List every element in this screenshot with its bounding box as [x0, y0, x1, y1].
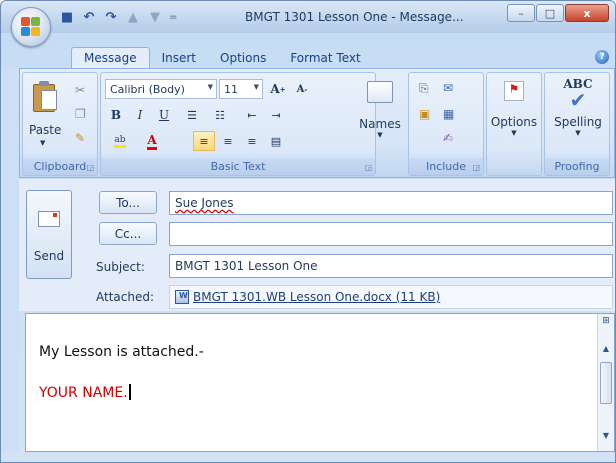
proofing-group-label: Proofing: [545, 158, 609, 175]
word-document-icon: [175, 290, 189, 304]
vertical-scrollbar[interactable]: ⊞ ▲ ▼: [597, 314, 614, 451]
font-size-select[interactable]: 11 ▼: [219, 79, 263, 99]
shrink-font-button[interactable]: A-: [291, 79, 313, 99]
clipboard-group: Paste ▼ ✂ ❐ ✎ Clipboard ◲: [22, 72, 98, 176]
send-envelope-icon: [38, 211, 60, 227]
align-center-icon[interactable]: ≡: [217, 131, 239, 151]
scroll-down-icon[interactable]: ▼: [599, 431, 613, 445]
window-bottom-edge: [1, 452, 615, 462]
cc-button[interactable]: Cc...: [99, 222, 157, 245]
attached-label: Attached:: [96, 290, 155, 304]
ruler-toggle-icon[interactable]: ⊞: [599, 316, 613, 334]
basic-text-launcher-icon[interactable]: ◲: [364, 163, 372, 172]
cut-icon[interactable]: ✂: [75, 83, 85, 97]
chevron-down-icon: ▼: [207, 83, 213, 91]
increase-indent-icon[interactable]: ⇥: [265, 105, 287, 125]
ribbon-tabs: Message Insert Options Format Text: [71, 47, 373, 69]
attachment-link[interactable]: BMGT 1301.WB Lesson One.docx (11 KB): [193, 290, 440, 304]
text-caret: [128, 384, 131, 400]
copy-icon[interactable]: ❐: [75, 107, 86, 121]
paste-button[interactable]: Paste ▼: [23, 73, 67, 157]
ribbon: Paste ▼ ✂ ❐ ✎ Clipboard ◲ Calibri (Body)…: [19, 68, 615, 178]
chevron-down-icon: ▼: [253, 83, 259, 91]
include-launcher-icon[interactable]: ◲: [472, 163, 480, 172]
attachment-field: BMGT 1301.WB Lesson One.docx (11 KB): [169, 285, 613, 309]
align-left-icon[interactable]: ≡: [193, 131, 215, 151]
office-logo-icon: [21, 17, 41, 37]
proofing-group: ABC ✔ Spelling ▼ Proofing: [544, 72, 610, 176]
close-button[interactable]: x: [565, 4, 609, 22]
office-button[interactable]: [11, 7, 51, 47]
customize-toolbar-icon[interactable]: =: [169, 12, 177, 23]
basic-text-group-label: Basic Text: [101, 158, 375, 175]
quick-access-toolbar: ■ ↶ ↷ ▲ ▼ =: [59, 7, 178, 27]
tab-insert[interactable]: Insert: [150, 48, 208, 69]
help-icon[interactable]: ?: [595, 50, 609, 64]
scroll-thumb[interactable]: [600, 362, 612, 404]
align-right-icon[interactable]: ≡: [241, 131, 263, 151]
underline-button[interactable]: U: [153, 105, 175, 125]
save-icon[interactable]: ■: [59, 9, 75, 25]
font-name-select[interactable]: Calibri (Body) ▼: [105, 79, 217, 99]
basic-text-group: Calibri (Body) ▼ 11 ▼ A + A- B I U ☰ ☷ ⇤ …: [100, 72, 376, 176]
checkmark-icon: ✔: [569, 88, 587, 112]
next-item-icon[interactable]: ▼: [147, 9, 163, 25]
tab-format-text[interactable]: Format Text: [278, 48, 372, 69]
subject-label: Subject:: [96, 260, 145, 274]
redo-icon[interactable]: ↷: [103, 9, 119, 25]
window-controls: – □ x: [507, 4, 609, 22]
numbering-icon[interactable]: ☷: [209, 105, 231, 125]
options-group: ⚑ Options ▼: [486, 72, 542, 176]
flag-icon: ⚑: [504, 81, 524, 101]
to-button[interactable]: To...: [99, 191, 157, 214]
grow-font-button[interactable]: A +: [267, 79, 289, 99]
styles-icon[interactable]: ▤: [265, 131, 287, 151]
options-button[interactable]: ⚑ Options ▼: [489, 81, 539, 137]
attach-item-icon[interactable]: ✉: [443, 81, 453, 95]
send-button[interactable]: Send: [26, 190, 72, 279]
bullets-icon[interactable]: ☰: [181, 105, 203, 125]
send-label: Send: [33, 249, 65, 263]
include-group: ⎘ ✉ ▣ ▦ ✍ Include ◲: [408, 72, 484, 176]
maximize-button[interactable]: □: [536, 4, 564, 22]
bold-button[interactable]: B: [105, 105, 127, 125]
signature-icon[interactable]: ✍: [443, 131, 453, 145]
highlight-button[interactable]: ab: [105, 131, 135, 151]
names-button[interactable]: Names ▼: [356, 81, 404, 139]
to-field[interactable]: Sue Jones: [169, 191, 613, 215]
message-header: Send To... Sue Jones Cc... Subject: BMGT…: [19, 179, 615, 311]
clipboard-launcher-icon[interactable]: ◲: [86, 163, 94, 172]
attach-file-icon[interactable]: ⎘: [419, 81, 429, 96]
font-color-button[interactable]: A: [141, 131, 163, 151]
business-card-icon[interactable]: ▣: [419, 107, 430, 121]
body-text-line: My Lesson is attached.-: [39, 344, 204, 360]
message-body[interactable]: My Lesson is attached.- YOUR NAME. ⊞ ▲ ▼: [25, 313, 615, 452]
calendar-icon[interactable]: ▦: [443, 107, 454, 121]
decrease-indent-icon[interactable]: ⇤: [241, 105, 263, 125]
window-title: BMGT 1301 Lesson One - Message...: [245, 10, 464, 24]
body-signature-line: YOUR NAME.: [39, 384, 131, 401]
undo-icon[interactable]: ↶: [81, 9, 97, 25]
window-left-edge: [1, 68, 19, 452]
chevron-down-icon: ▼: [377, 131, 383, 139]
format-painter-icon[interactable]: ✎: [75, 131, 85, 145]
previous-item-icon[interactable]: ▲: [125, 9, 141, 25]
minimize-button[interactable]: –: [507, 4, 535, 22]
title-bar: ■ ↶ ↷ ▲ ▼ = BMGT 1301 Lesson One - Messa…: [1, 1, 615, 33]
italic-button[interactable]: I: [129, 105, 151, 125]
spelling-button[interactable]: ABC ✔ Spelling ▼: [549, 77, 607, 137]
tab-options[interactable]: Options: [208, 48, 278, 69]
scroll-up-icon[interactable]: ▲: [599, 344, 613, 358]
paste-dropdown-icon: ▼: [40, 139, 46, 147]
chevron-down-icon: ▼: [511, 129, 517, 137]
outlook-message-window: ■ ↶ ↷ ▲ ▼ = BMGT 1301 Lesson One - Messa…: [0, 0, 616, 463]
cc-field[interactable]: [169, 222, 613, 246]
subject-field[interactable]: BMGT 1301 Lesson One: [169, 254, 613, 278]
paste-icon: [33, 81, 59, 113]
address-book-icon: [367, 81, 393, 103]
paste-label: Paste: [29, 123, 62, 137]
chevron-down-icon: ▼: [575, 129, 581, 137]
tab-message[interactable]: Message: [71, 47, 150, 69]
